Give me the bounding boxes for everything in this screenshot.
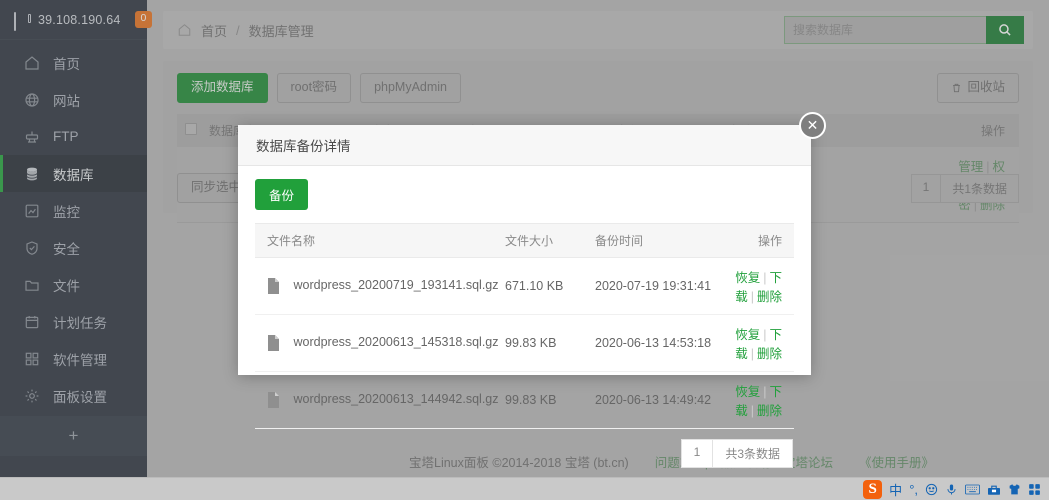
sogou-ime-toolbar: S 中 °, — [859, 479, 1045, 500]
restore-link[interactable]: 恢复 — [735, 271, 760, 285]
file-ops-group: 恢复 | 下载 | 删除 — [735, 385, 782, 418]
taskbar: S 中 °, — [0, 477, 1049, 500]
col-modal-operation: 操作 — [725, 223, 794, 258]
modal-pagination: 1 共3条数据 — [255, 439, 794, 468]
microphone-icon[interactable] — [945, 483, 958, 496]
modal-body: 备份 文件名称 文件大小 备份时间 操作 wordpress_20200719_… — [238, 166, 811, 468]
col-filesize: 文件大小 — [505, 223, 595, 258]
file-size: 99.83 KB — [505, 314, 595, 372]
backup-button[interactable]: 备份 — [255, 179, 309, 210]
delete-link[interactable]: 删除 — [757, 347, 782, 361]
restore-link[interactable]: 恢复 — [735, 328, 760, 342]
restore-link[interactable]: 恢复 — [735, 385, 760, 399]
keyboard-icon[interactable] — [965, 484, 980, 495]
ops-divider: | — [750, 290, 754, 304]
shirt-icon[interactable] — [1008, 483, 1021, 496]
modal-table-body: wordpress_20200719_193141.sql.gz 671.10 … — [255, 257, 794, 429]
backup-file-table: 文件名称 文件大小 备份时间 操作 wordpress_20200719_193… — [255, 223, 794, 429]
ime-punctuation-icon[interactable]: °, — [909, 482, 918, 497]
file-name-cell: wordpress_20200719_193141.sql.gz — [255, 257, 505, 315]
file-size: 99.83 KB — [505, 371, 595, 429]
file-time: 2020-07-19 19:31:41 — [595, 257, 725, 315]
file-name: wordpress_20200719_193141.sql.gz — [293, 278, 499, 293]
app-root: 39.108.190.64 0 首页 网站 FTP 数据库 监控 安全 文件 计… — [0, 0, 1049, 500]
modal-table-head: 文件名称 文件大小 备份时间 操作 — [255, 223, 794, 258]
file-name: wordpress_20200613_144942.sql.gz — [293, 392, 499, 407]
file-icon — [268, 278, 279, 294]
modal-page-number[interactable]: 1 — [680, 439, 714, 468]
toolbox-icon[interactable] — [987, 484, 1001, 496]
file-icon — [268, 335, 279, 351]
modal-title: 数据库备份详情 — [238, 125, 811, 166]
delete-link[interactable]: 删除 — [757, 404, 782, 418]
file-size: 671.10 KB — [505, 257, 595, 315]
file-ops-group: 恢复 | 下载 | 删除 — [735, 328, 782, 361]
apps-icon[interactable] — [1028, 483, 1041, 496]
file-ops-group: 恢复 | 下载 | 删除 — [735, 271, 782, 304]
modal-page-total: 共3条数据 — [712, 439, 793, 468]
file-name: wordpress_20200613_145318.sql.gz — [293, 335, 499, 350]
table-row: wordpress_20200613_145318.sql.gz 99.83 K… — [255, 314, 794, 372]
file-icon — [268, 392, 279, 408]
col-backuptime: 备份时间 — [595, 223, 725, 258]
file-operations: 恢复 | 下载 | 删除 — [725, 371, 794, 429]
file-time: 2020-06-13 14:53:18 — [595, 314, 725, 372]
col-filename: 文件名称 — [255, 223, 505, 258]
ime-mode-label[interactable]: 中 — [889, 480, 902, 499]
file-name-cell: wordpress_20200613_144942.sql.gz — [255, 371, 505, 429]
file-operations: 恢复 | 下载 | 删除 — [725, 257, 794, 315]
backup-detail-modal: ✕ 数据库备份详情 备份 文件名称 文件大小 备份时间 操作 wordpress… — [238, 112, 826, 468]
ops-divider: | — [750, 404, 754, 418]
ops-divider: | — [750, 347, 754, 361]
modal-header-row: 文件名称 文件大小 备份时间 操作 — [255, 223, 794, 258]
close-icon[interactable]: ✕ — [799, 112, 826, 139]
sogou-logo-icon[interactable]: S — [863, 480, 883, 499]
delete-link[interactable]: 删除 — [757, 290, 782, 304]
file-time: 2020-06-13 14:49:42 — [595, 371, 725, 429]
table-row: wordpress_20200613_144942.sql.gz 99.83 K… — [255, 371, 794, 429]
table-row: wordpress_20200719_193141.sql.gz 671.10 … — [255, 257, 794, 315]
file-name-cell: wordpress_20200613_145318.sql.gz — [255, 314, 505, 372]
file-operations: 恢复 | 下载 | 删除 — [725, 314, 794, 372]
smiley-icon[interactable] — [925, 483, 938, 496]
